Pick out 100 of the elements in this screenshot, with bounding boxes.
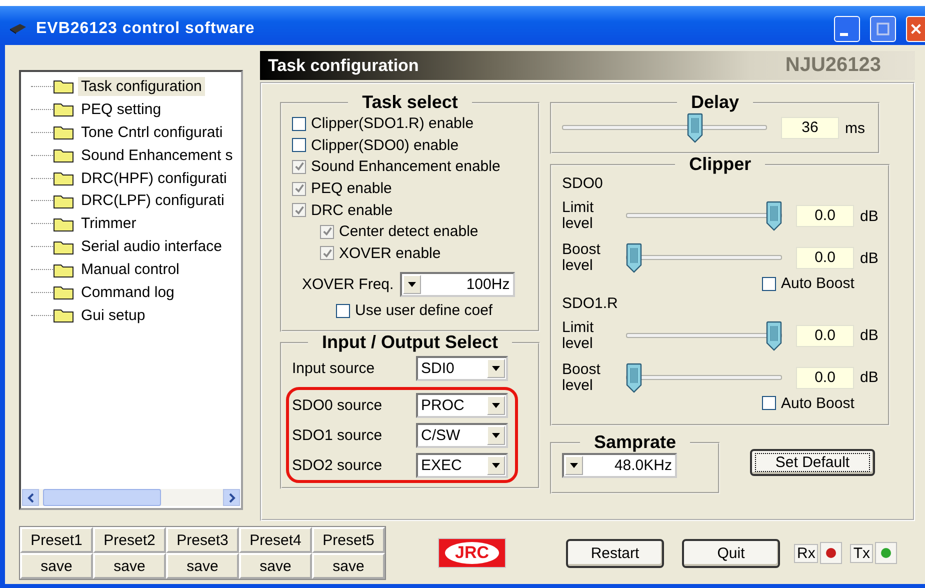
action-button[interactable]: Restart xyxy=(566,538,664,568)
scrollbar-thumb[interactable] xyxy=(43,489,161,506)
chip-icon xyxy=(8,23,28,35)
checkbox[interactable] xyxy=(320,224,334,239)
dropdown[interactable]: SDI0 xyxy=(416,356,508,380)
dropdown[interactable]: EXEC xyxy=(416,452,508,478)
save-button[interactable]: save xyxy=(20,553,93,579)
folder-icon xyxy=(53,192,75,209)
folder-icon xyxy=(53,147,75,164)
tree-item[interactable]: PEQ setting xyxy=(78,100,164,119)
checkbox[interactable] xyxy=(762,276,776,291)
caret-icon xyxy=(492,366,500,370)
dropdown[interactable]: PROC xyxy=(416,392,508,418)
value-field[interactable]: 0.0 xyxy=(796,324,854,347)
folder-icon xyxy=(53,238,75,255)
field-label: SDO0 source xyxy=(292,396,384,414)
tree-item[interactable]: Task configuration xyxy=(78,76,205,96)
checkbox[interactable] xyxy=(292,203,306,218)
checkbox-label: DRC enable xyxy=(311,202,393,219)
slider-track[interactable] xyxy=(626,362,782,393)
unit-label: ms xyxy=(845,120,865,136)
checkbox-label: Sound Enhancement enable xyxy=(311,158,500,176)
checkbox[interactable] xyxy=(336,304,350,318)
dropdown[interactable]: 48.0KHz xyxy=(562,453,677,478)
dropdown-value: EXEC xyxy=(420,456,463,474)
checkbox-label: Center detect enable xyxy=(339,223,478,240)
checkbox[interactable] xyxy=(320,246,334,260)
close-button[interactable] xyxy=(906,16,925,42)
tree-item[interactable]: Gui setup xyxy=(78,306,148,325)
checkbox-label: Clipper(SDO1.R) enable xyxy=(311,115,474,132)
preset-button[interactable]: Preset3 xyxy=(166,527,239,553)
folder-icon xyxy=(53,284,75,300)
unit-label: dB xyxy=(860,208,878,224)
save-button[interactable]: save xyxy=(166,553,239,579)
slider-thumb[interactable] xyxy=(766,320,782,351)
slider-track[interactable] xyxy=(626,243,782,273)
checkbox[interactable] xyxy=(292,116,306,131)
unit-label: dB xyxy=(860,369,878,386)
save-button[interactable]: save xyxy=(239,553,312,579)
tree-item[interactable]: Tone Cntrl configurati xyxy=(78,122,226,142)
set-default-button[interactable]: Set Default xyxy=(750,449,875,476)
action-button[interactable]: Quit xyxy=(682,538,780,568)
folder-icon xyxy=(53,78,75,94)
device-name: NJU26123 xyxy=(785,54,881,77)
tree-item[interactable]: DRC(LPF) configurati xyxy=(78,191,228,210)
tree-item[interactable]: Command log xyxy=(78,282,178,302)
maximize-icon xyxy=(874,20,892,38)
save-button[interactable]: save xyxy=(93,553,166,579)
tree-item[interactable]: DRC(HPF) configurati xyxy=(78,168,230,188)
tree-item[interactable]: Trimmer xyxy=(78,214,140,234)
field-label: SDO2 source xyxy=(292,456,384,474)
checkbox[interactable] xyxy=(292,182,306,196)
tree-item[interactable]: Serial audio interface xyxy=(78,237,225,256)
value-field[interactable]: 36 xyxy=(781,117,839,139)
preset-button[interactable]: Preset2 xyxy=(93,527,166,553)
checkbox-label: Use user define coef xyxy=(355,302,493,320)
maximize-button[interactable] xyxy=(870,16,896,42)
group-title: Samprate xyxy=(592,432,678,453)
checkbox-label: Auto Boost xyxy=(781,275,854,292)
value-field[interactable]: 0.0 xyxy=(796,205,854,227)
value-field[interactable]: 0.0 xyxy=(796,366,854,389)
slider-thumb[interactable] xyxy=(686,113,703,143)
tree-item[interactable]: Manual control xyxy=(78,260,182,280)
dropdown-button[interactable] xyxy=(487,456,505,474)
slider-label: Limit level xyxy=(562,320,595,352)
save-button[interactable]: save xyxy=(312,553,385,579)
tree-item[interactable]: Sound Enhancement s xyxy=(78,146,236,165)
slider-thumb[interactable] xyxy=(766,201,782,231)
dropdown[interactable]: 100Hz xyxy=(400,272,515,298)
slider-thumb[interactable] xyxy=(626,243,642,273)
slider-thumb[interactable] xyxy=(626,362,642,393)
checkbox[interactable] xyxy=(292,138,306,152)
slider-track[interactable] xyxy=(626,201,782,231)
dropdown-button[interactable] xyxy=(487,396,505,414)
value-field[interactable]: 0.0 xyxy=(796,247,854,269)
preset-button[interactable]: Preset1 xyxy=(20,527,93,553)
checkbox[interactable] xyxy=(292,160,306,174)
dropdown-button[interactable] xyxy=(487,358,505,378)
dropdown-button[interactable] xyxy=(487,426,505,444)
horizontal-scrollbar[interactable] xyxy=(22,489,240,506)
dropdown[interactable]: C/SW xyxy=(416,422,508,448)
group-title: Task select xyxy=(361,92,459,113)
checkbox[interactable] xyxy=(762,396,776,410)
group-title: Input / Output Select xyxy=(321,332,499,353)
dropdown-button[interactable] xyxy=(402,275,421,294)
minimize-button[interactable] xyxy=(834,16,860,42)
indicator-label: Tx xyxy=(850,544,874,562)
caret-icon xyxy=(492,432,500,438)
folder-icon xyxy=(53,216,75,232)
preset-button[interactable]: Preset4 xyxy=(239,527,312,553)
slider-track[interactable] xyxy=(626,320,782,351)
dropdown-value: PROC xyxy=(420,396,466,414)
section-title: Task configuration xyxy=(268,56,419,76)
group-title: Clipper xyxy=(688,154,752,175)
slider-track[interactable] xyxy=(562,113,767,143)
dropdown-button[interactable] xyxy=(565,456,583,475)
preset-button[interactable]: Preset5 xyxy=(312,527,385,553)
unit-label: dB xyxy=(860,327,878,344)
window-title: EVB26123 control software xyxy=(36,20,255,38)
folder-icon xyxy=(53,307,75,324)
